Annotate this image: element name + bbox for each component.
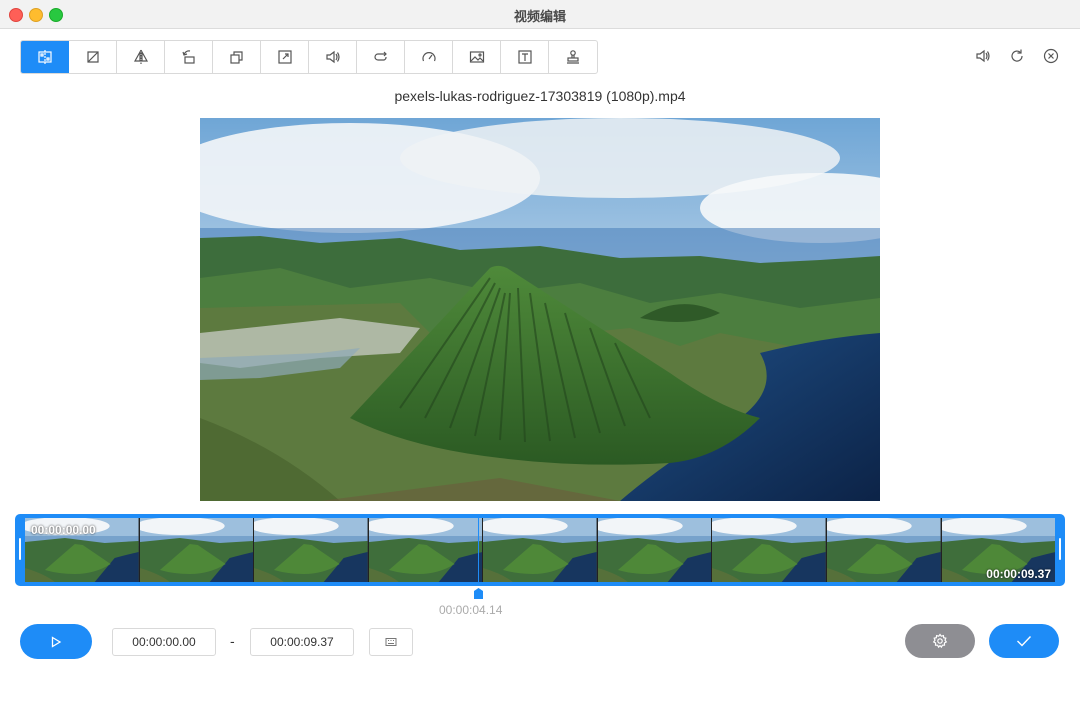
close-circle-icon bbox=[1043, 48, 1059, 64]
keyboard-icon bbox=[385, 638, 397, 646]
playhead-line[interactable] bbox=[478, 516, 479, 584]
video-preview[interactable] bbox=[200, 118, 880, 501]
play-button[interactable] bbox=[20, 624, 92, 659]
edit-toolbar bbox=[20, 40, 598, 74]
volume-icon bbox=[325, 50, 340, 64]
timeline-frame-thumbnail bbox=[368, 518, 483, 582]
trim-start-handle[interactable] bbox=[19, 538, 21, 560]
close-editor-button[interactable] bbox=[1042, 47, 1060, 65]
timeline-track[interactable]: 00:00:00.00 00:00:09.37 bbox=[15, 514, 1065, 586]
mute-button[interactable] bbox=[974, 47, 992, 65]
rotate-icon bbox=[181, 50, 195, 64]
text-icon bbox=[517, 50, 532, 64]
timeline-frame-thumbnail bbox=[139, 518, 254, 582]
trim-tool-button[interactable] bbox=[21, 41, 69, 73]
trim-icon bbox=[37, 50, 52, 64]
speaker-icon bbox=[976, 49, 990, 63]
image-tool-button[interactable] bbox=[453, 41, 501, 73]
crop-tool-button[interactable] bbox=[69, 41, 117, 73]
rotate-tool-button[interactable] bbox=[165, 41, 213, 73]
keyboard-button[interactable] bbox=[369, 628, 413, 656]
landscape-frame-image bbox=[200, 118, 880, 501]
play-icon bbox=[51, 635, 62, 648]
timeline-end-time: 00:00:09.37 bbox=[986, 567, 1051, 581]
timeline-start-time: 00:00:00.00 bbox=[31, 523, 96, 537]
resize-icon bbox=[277, 50, 292, 64]
layers-icon bbox=[229, 51, 243, 64]
playhead-marker-icon[interactable] bbox=[474, 588, 483, 599]
image-icon bbox=[469, 51, 484, 63]
speed-tool-button[interactable] bbox=[405, 41, 453, 73]
video-file-name: pexels-lukas-rodriguez-17303819 (1080p).… bbox=[394, 88, 686, 104]
speed-icon bbox=[421, 52, 436, 62]
frame-strip bbox=[25, 518, 1055, 582]
timeline-frame-thumbnail bbox=[254, 518, 368, 582]
reset-button[interactable] bbox=[1008, 47, 1026, 65]
timeline-frame-thumbnail bbox=[483, 518, 597, 582]
end-time-input[interactable]: 00:00:09.37 bbox=[250, 628, 354, 656]
confirm-button[interactable] bbox=[989, 624, 1059, 658]
playhead-time: 00:00:04.14 bbox=[439, 603, 503, 617]
text-tool-button[interactable] bbox=[501, 41, 549, 73]
settings-button[interactable] bbox=[905, 624, 975, 658]
loop-tool-button[interactable] bbox=[357, 41, 405, 73]
layers-tool-button[interactable] bbox=[213, 41, 261, 73]
timeline-frame-thumbnail bbox=[597, 518, 712, 582]
gear-icon bbox=[932, 633, 948, 649]
volume-tool-button[interactable] bbox=[309, 41, 357, 73]
time-range-separator: - bbox=[230, 633, 235, 649]
timeline-frame-thumbnail bbox=[712, 518, 826, 582]
flip-icon bbox=[133, 49, 148, 64]
start-time-input[interactable]: 00:00:00.00 bbox=[112, 628, 216, 656]
timeline-frame-thumbnail bbox=[826, 518, 941, 582]
resize-tool-button[interactable] bbox=[261, 41, 309, 73]
flip-tool-button[interactable] bbox=[117, 41, 165, 73]
right-tools bbox=[974, 47, 1060, 65]
title-bar: 视频编辑 bbox=[0, 0, 1080, 29]
check-icon bbox=[1017, 636, 1032, 647]
refresh-icon bbox=[1011, 49, 1023, 62]
window-title: 视频编辑 bbox=[513, 10, 566, 25]
trim-end-handle[interactable] bbox=[1059, 538, 1061, 560]
watermark-stamp-icon bbox=[567, 50, 579, 64]
watermark-tool-button[interactable] bbox=[549, 41, 597, 73]
crop-icon bbox=[86, 51, 99, 63]
loop-icon bbox=[373, 51, 387, 61]
